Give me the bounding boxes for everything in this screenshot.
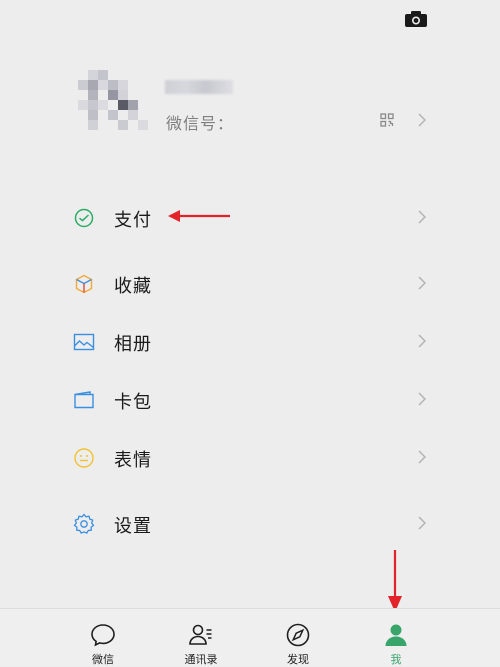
menu-item-card-pack[interactable]: 卡包 <box>0 374 500 426</box>
discover-icon <box>284 621 312 649</box>
chevron-right-icon <box>418 276 426 290</box>
me-icon <box>382 621 410 649</box>
annotation-arrow-left-icon <box>166 208 232 224</box>
card-pack-icon <box>72 388 96 412</box>
menu-item-favorites[interactable]: 收藏 <box>0 258 500 310</box>
menu-item-label: 支付 <box>114 210 152 231</box>
tab-bar: 微信 通讯录 发现 我 <box>0 608 500 666</box>
chevron-right-icon <box>418 334 426 348</box>
chevron-right-icon <box>418 450 426 464</box>
contacts-icon <box>187 621 215 649</box>
sticker-icon <box>72 446 96 470</box>
menu-item-settings[interactable]: 设置 <box>0 498 500 550</box>
album-icon <box>72 330 96 354</box>
menu-item-label: 收藏 <box>114 276 152 297</box>
menu-item-label: 相册 <box>114 334 152 355</box>
annotation-arrow-down-icon <box>384 548 406 614</box>
menu-item-pay[interactable]: 支付 <box>0 192 500 244</box>
menu-item-label: 表情 <box>114 450 152 471</box>
nickname-blurred <box>165 80 233 94</box>
tab-me[interactable]: 我 <box>346 609 446 666</box>
chat-icon <box>89 621 117 649</box>
tab-chats[interactable]: 微信 <box>53 609 153 666</box>
menu-item-label: 设置 <box>114 516 152 537</box>
chevron-right-icon <box>418 210 426 224</box>
favorites-icon <box>72 272 96 296</box>
avatar[interactable] <box>78 70 148 134</box>
tab-discover[interactable]: 发现 <box>248 609 348 666</box>
chevron-right-icon <box>418 392 426 406</box>
menu-item-album[interactable]: 相册 <box>0 316 500 368</box>
camera-icon[interactable] <box>404 10 428 28</box>
chevron-right-icon <box>418 112 427 131</box>
pay-icon <box>72 206 96 230</box>
wechat-id-label: 微信号： <box>166 114 235 133</box>
chevron-right-icon <box>418 516 426 530</box>
tab-contacts[interactable]: 通讯录 <box>151 609 251 666</box>
settings-icon <box>72 512 96 536</box>
menu-item-stickers[interactable]: 表情 <box>0 432 500 484</box>
menu-item-label: 卡包 <box>114 392 152 413</box>
qr-code-icon[interactable] <box>380 112 394 127</box>
